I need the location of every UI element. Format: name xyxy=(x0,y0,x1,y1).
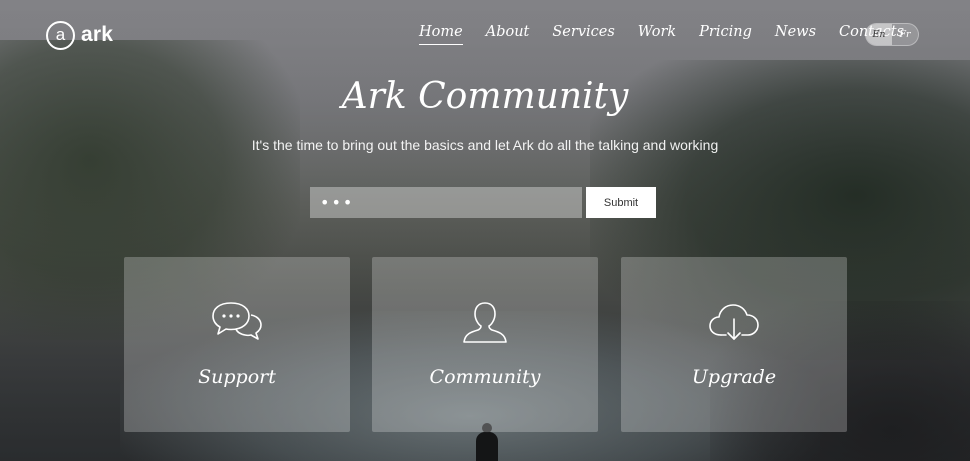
language-option-en[interactable]: En xyxy=(866,24,892,45)
logo-wordmark: ark xyxy=(81,23,114,46)
card-support[interactable]: Support xyxy=(124,257,350,432)
chat-bubbles-icon xyxy=(209,299,265,345)
hero-subtitle: It's the time to bring out the basics an… xyxy=(251,137,719,153)
card-community[interactable]: Community xyxy=(372,257,598,432)
logo[interactable]: a ark xyxy=(46,20,114,50)
language-option-fr[interactable]: Fr xyxy=(892,24,918,45)
user-icon xyxy=(457,299,513,345)
person-silhouette xyxy=(476,423,498,461)
submit-button[interactable]: Submit xyxy=(586,187,656,218)
card-label: Support xyxy=(198,366,276,388)
card-label: Upgrade xyxy=(691,366,777,388)
nav-item-about[interactable]: About xyxy=(486,24,530,45)
card-upgrade[interactable]: Upgrade xyxy=(621,257,847,432)
main-nav: Home About Services Work Pricing News Co… xyxy=(419,24,904,45)
hero-title: Ark Community xyxy=(341,76,629,117)
nav-item-news[interactable]: News xyxy=(775,24,816,45)
subscribe-form: Submit xyxy=(310,187,656,218)
card-label: Community xyxy=(429,366,541,388)
nav-item-work[interactable]: Work xyxy=(638,24,676,45)
language-switcher: En Fr xyxy=(865,23,919,46)
nav-item-home[interactable]: Home xyxy=(419,24,463,45)
nav-item-services[interactable]: Services xyxy=(552,24,614,45)
subscribe-input[interactable] xyxy=(310,187,582,218)
logo-badge: a xyxy=(46,20,75,50)
cloud-download-icon xyxy=(706,299,762,345)
nav-item-pricing[interactable]: Pricing xyxy=(699,24,752,45)
